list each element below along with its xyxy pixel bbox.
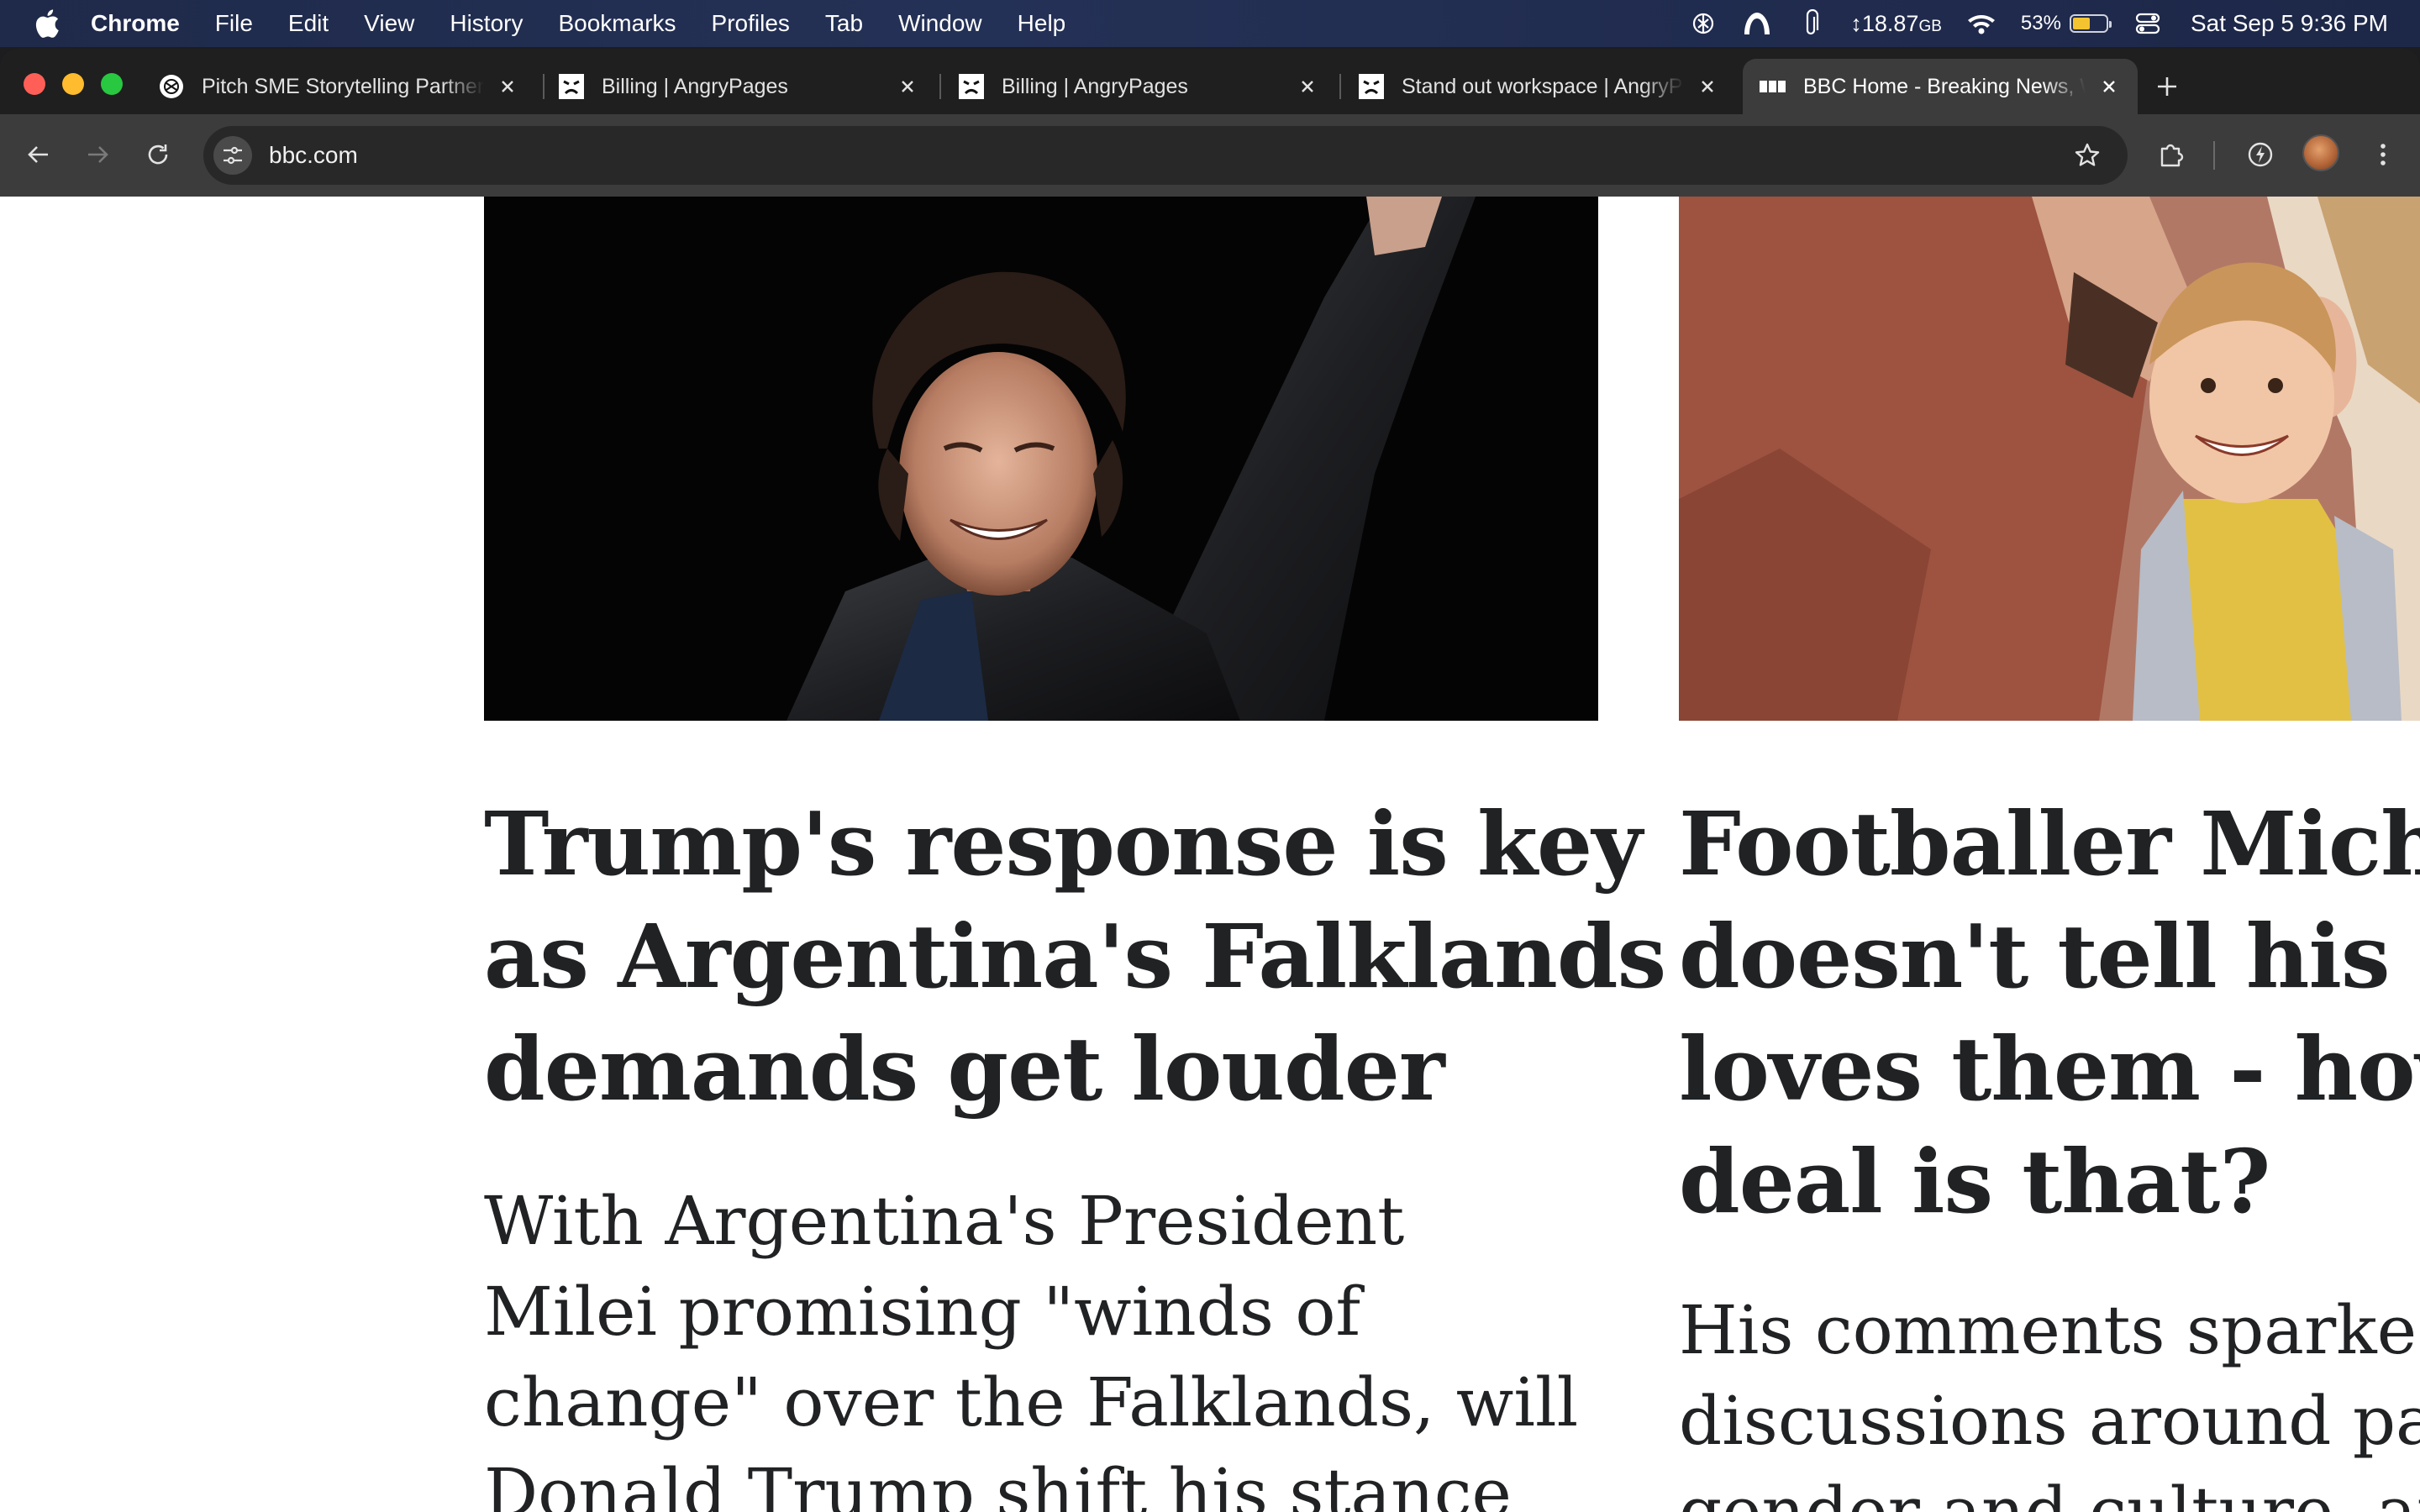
toolbar-divider	[2213, 141, 2215, 170]
wifi-icon[interactable]	[1967, 9, 1996, 38]
menu-profiles[interactable]: Profiles	[712, 10, 790, 37]
tab-title: BBC Home - Breaking News, World News	[1803, 74, 2086, 98]
menu-tab[interactable]: Tab	[825, 10, 863, 37]
headline-line: doesn't tell his children	[1679, 905, 2420, 1008]
tab-title: Pitch SME Storytelling Partner	[202, 74, 484, 98]
tab-stand-out-workspace[interactable]: Stand out workspace | AngryPages	[1341, 59, 1736, 114]
tab-title: Billing | AngryPages	[602, 74, 788, 98]
menu-file[interactable]: File	[215, 10, 253, 37]
summary-line: gender and culture, and	[1679, 1473, 2420, 1512]
forward-button[interactable]	[81, 138, 114, 171]
tab-strip: Pitch SME Storytelling Partner Billing |…	[0, 49, 2420, 121]
story-summary: With Argentina's President Milei promisi…	[484, 1176, 1598, 1512]
battery-status[interactable]: 53%	[2020, 12, 2112, 35]
fullscreen-window-button[interactable]	[101, 73, 123, 95]
chatgpt-status-icon[interactable]	[1689, 9, 1718, 38]
menu-edit[interactable]: Edit	[288, 10, 329, 37]
tab-bbc-home[interactable]: BBC Home - Breaking News, World News	[1743, 59, 2138, 114]
back-button[interactable]	[22, 138, 55, 171]
url-text: bbc.com	[269, 142, 358, 168]
page-viewport: Trump's response is key as Argentina's F…	[0, 197, 2420, 1512]
memory-value: ↕18.87	[1850, 10, 1919, 36]
menu-app-name[interactable]: Chrome	[91, 10, 180, 37]
close-tab-icon[interactable]	[1696, 75, 1719, 98]
headline-line: as Argentina's Falklands	[484, 905, 1666, 1008]
bbc-icon	[1760, 73, 1786, 100]
summary-line: Milei promising "winds of	[484, 1273, 1361, 1351]
headline-line: deal is that?	[1679, 1130, 2270, 1233]
close-tab-icon[interactable]	[496, 75, 519, 98]
tab-billing-angrypages-1[interactable]: Billing | AngryPages	[541, 59, 936, 114]
milei-photo-illustration	[484, 197, 1598, 721]
arc-status-icon[interactable]	[1743, 9, 1771, 38]
macos-menu-bar: Chrome File Edit View History Bookmarks …	[0, 0, 2420, 47]
summary-line: His comments sparked	[1679, 1291, 2420, 1369]
menu-history[interactable]: History	[450, 10, 523, 37]
menu-help[interactable]: Help	[1018, 10, 1066, 37]
reload-button[interactable]	[141, 138, 175, 171]
tab-title: Billing | AngryPages	[1002, 74, 1188, 98]
headline-line: loves them - how big a	[1679, 1017, 2420, 1121]
extensions-puzzle-icon[interactable]	[2153, 136, 2190, 173]
chrome-window: Pitch SME Storytelling Partner Billing |…	[0, 49, 2420, 1512]
story-summary: His comments sparked discussions around …	[1679, 1285, 2420, 1512]
headline-line: Footballer Michael	[1679, 792, 2420, 895]
angrypages-icon	[1358, 73, 1385, 100]
close-window-button[interactable]	[24, 73, 45, 95]
performance-icon[interactable]	[2242, 136, 2279, 173]
tab-billing-angrypages-2[interactable]: Billing | AngryPages	[941, 59, 1336, 114]
battery-fill	[2072, 18, 2091, 29]
summary-line: change" over the Falklands, will	[484, 1363, 1579, 1441]
new-tab-button[interactable]	[2151, 71, 2183, 102]
summary-line: Donald Trump shift his stance	[484, 1454, 1512, 1512]
menu-bookmarks[interactable]: Bookmarks	[558, 10, 676, 37]
tab-pitch-sme[interactable]: Pitch SME Storytelling Partner	[141, 59, 536, 114]
site-info-icon[interactable]	[213, 136, 252, 175]
close-tab-icon[interactable]	[1296, 75, 1319, 98]
window-controls	[24, 73, 139, 95]
menu-view[interactable]: View	[364, 10, 414, 37]
close-tab-icon[interactable]	[896, 75, 919, 98]
chrome-menu-icon[interactable]	[2365, 136, 2402, 173]
story-image-family[interactable]	[1679, 197, 2420, 721]
control-center-icon[interactable]	[2133, 9, 2162, 38]
angrypages-icon	[958, 73, 985, 100]
tab-title: Stand out workspace | AngryPages	[1402, 74, 1684, 98]
menubar-clock[interactable]: Sat Sep 5 9:36 PM	[2191, 10, 2388, 37]
memory-usage[interactable]: ↕18.87GB	[1850, 11, 1942, 37]
story-headline[interactable]: Footballer Michael doesn't tell his chil…	[1679, 788, 2420, 1238]
family-photo-illustration	[1679, 197, 2420, 721]
bookmark-star-icon[interactable]	[2070, 139, 2104, 172]
battery-percent: 53%	[2020, 12, 2061, 34]
browser-toolbar: bbc.com	[0, 114, 2420, 197]
story-card-falklands[interactable]: Trump's response is key as Argentina's F…	[484, 197, 1666, 1512]
story-card-footballer[interactable]: Footballer Michael doesn't tell his chil…	[1679, 197, 2420, 1512]
address-bar[interactable]: bbc.com	[203, 126, 2128, 185]
summary-line: With Argentina's President	[484, 1182, 1405, 1260]
paperclip-icon[interactable]	[1797, 9, 1825, 38]
battery-icon	[2069, 14, 2112, 33]
story-headline[interactable]: Trump's response is key as Argentina's F…	[484, 788, 1666, 1126]
headline-line: demands get louder	[484, 1017, 1445, 1121]
minimize-window-button[interactable]	[62, 73, 84, 95]
angrypages-icon	[558, 73, 585, 100]
summary-line: discussions around parenting,	[1679, 1382, 2420, 1460]
close-tab-icon[interactable]	[2097, 75, 2121, 98]
headline-line: Trump's response is key	[484, 792, 1643, 895]
status-area: ↕18.87GB 53% Sat Sep 5 9:36 PM	[1664, 0, 2420, 47]
profile-avatar[interactable]	[2302, 134, 2339, 171]
memory-unit: GB	[1918, 17, 1942, 35]
openai-icon	[158, 73, 185, 100]
story-image-milei[interactable]	[484, 197, 1598, 721]
menu-window[interactable]: Window	[898, 10, 982, 37]
apple-menu-icon[interactable]	[32, 8, 62, 39]
